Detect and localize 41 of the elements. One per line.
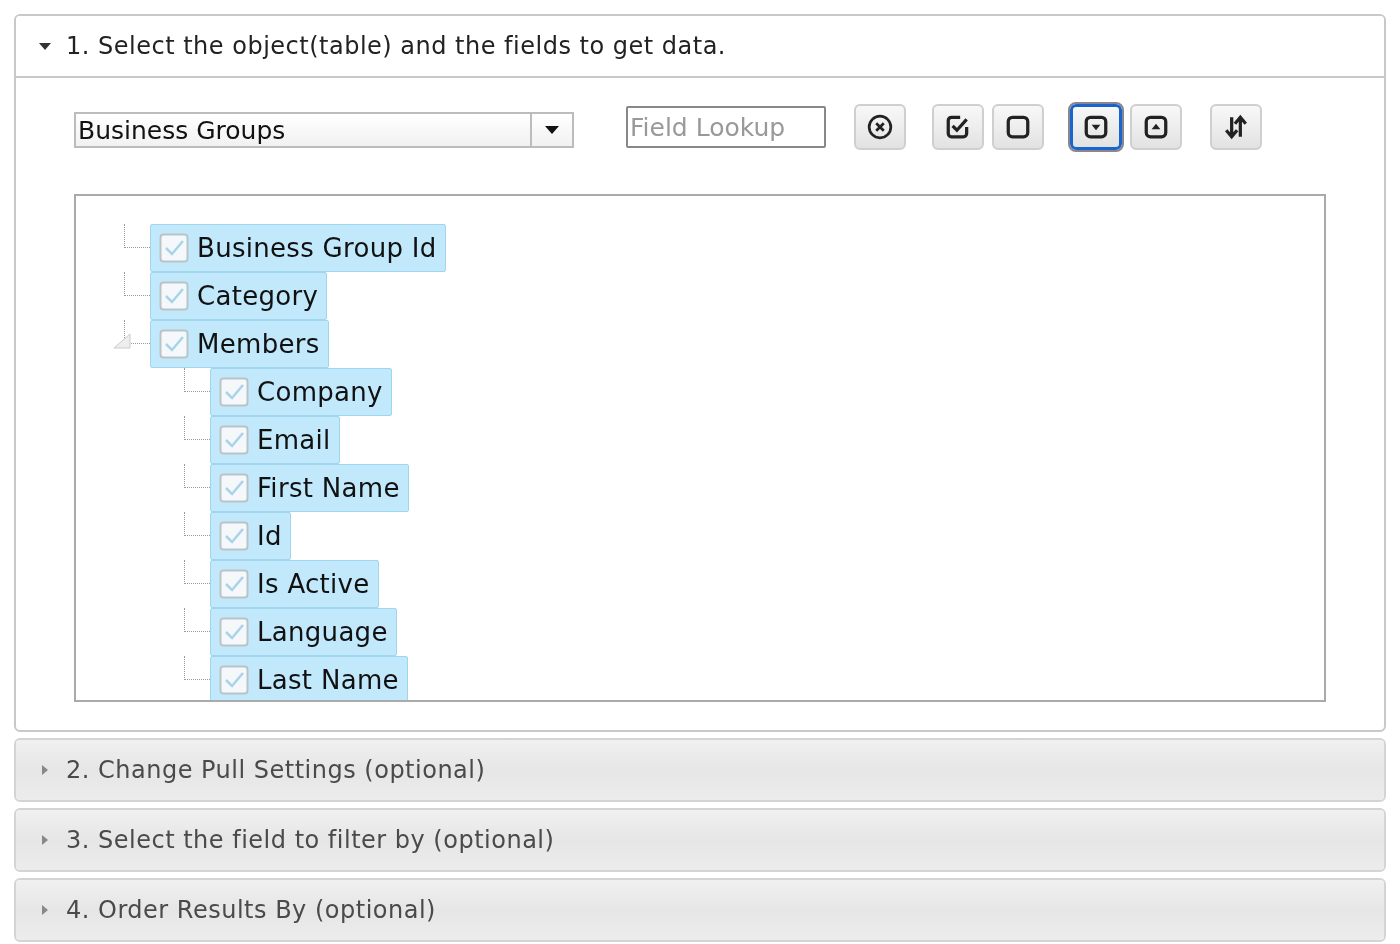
tree-item[interactable]: Category: [150, 272, 328, 320]
clear-button[interactable]: [854, 104, 906, 150]
field-lookup-input[interactable]: Field Lookup: [626, 106, 826, 148]
expand-all-button[interactable]: [1070, 104, 1122, 150]
checked-checkbox-icon[interactable]: [219, 569, 249, 599]
caret-down-icon: [545, 125, 559, 135]
section-title: 2. Change Pull Settings (optional): [66, 756, 486, 784]
up-down-arrows-icon: [1223, 114, 1249, 140]
uncheck-all-button[interactable]: [992, 104, 1044, 150]
tree-item[interactable]: Id: [210, 512, 291, 560]
tree-item[interactable]: First Name: [210, 464, 409, 512]
checked-checkbox-icon[interactable]: [219, 521, 249, 551]
checked-checkbox-icon[interactable]: [219, 377, 249, 407]
sort-button[interactable]: [1210, 104, 1262, 150]
checked-checkbox-icon[interactable]: [219, 473, 249, 503]
accordion-header[interactable]: 4. Order Results By (optional): [16, 880, 1384, 940]
tree-item[interactable]: Is Active: [210, 560, 379, 608]
tree-item[interactable]: Email: [210, 416, 340, 464]
accordion-header[interactable]: 1. Select the object(table) and the fields to get data.: [16, 16, 1384, 78]
circle-x-icon: [867, 114, 893, 140]
checked-checkbox-icon[interactable]: [159, 329, 189, 359]
collapse-all-button[interactable]: [1130, 104, 1182, 150]
checked-checkbox-icon[interactable]: [219, 425, 249, 455]
checked-checkbox-icon[interactable]: [159, 233, 189, 263]
tree-item[interactable]: Members: [150, 320, 329, 368]
section-title: 4. Order Results By (optional): [66, 896, 436, 924]
checked-checkbox-icon[interactable]: [219, 617, 249, 647]
accordion-header[interactable]: 3. Select the field to filter by (optional): [16, 810, 1384, 870]
tree-item[interactable]: Company: [210, 368, 392, 416]
checked-square-icon: [945, 114, 971, 140]
tree-item[interactable]: Last Name: [210, 656, 408, 700]
tree-item[interactable]: Language: [210, 608, 397, 656]
object-dropdown[interactable]: Business Groups: [74, 112, 574, 148]
check-all-button[interactable]: [932, 104, 984, 150]
checked-checkbox-icon[interactable]: [219, 665, 249, 695]
section-title: 3. Select the field to filter by (optional): [66, 826, 555, 854]
accordion-header[interactable]: 2. Change Pull Settings (optional): [16, 740, 1384, 800]
tree-item[interactable]: Business Group Id: [150, 224, 446, 272]
square-icon: [1005, 114, 1031, 140]
checked-checkbox-icon[interactable]: [159, 281, 189, 311]
section-title: 1. Select the object(table) and the fields to get data.: [66, 32, 726, 60]
